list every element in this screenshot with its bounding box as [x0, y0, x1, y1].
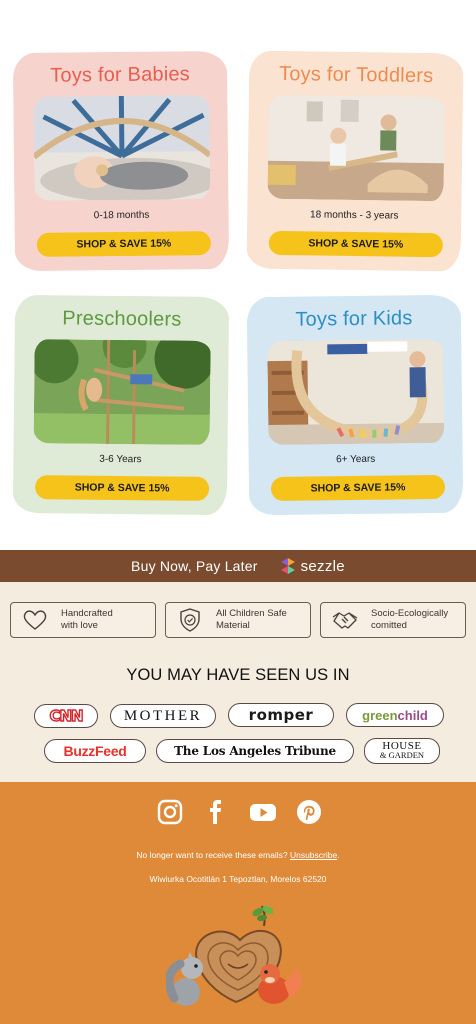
badge-safe-material: All Children Safe Material — [165, 602, 311, 638]
age-range: 18 months - 3 years — [309, 209, 399, 222]
press-logo-greenchild[interactable]: greenchild — [346, 703, 444, 727]
cnn-wordmark: CNN — [49, 706, 85, 725]
category-photo-preschoolers[interactable] — [33, 339, 211, 445]
la-tribune-wordmark: The Los Angeles Tribune — [174, 744, 336, 758]
press-logo-mother[interactable]: MOTHER — [110, 704, 216, 728]
press-logo-la-tribune[interactable]: The Los Angeles Tribune — [156, 739, 354, 763]
badge-socio-ecological: Socio-Ecologically comitted — [320, 602, 466, 638]
press-logo-romper[interactable]: romper — [228, 703, 334, 727]
unsubscribe-link[interactable]: Unsubscribe — [290, 850, 337, 860]
category-title: Toys for Babies — [50, 63, 191, 87]
unsubscribe-text: No longer want to receive these emails? — [136, 850, 288, 860]
category-photo-babies[interactable] — [33, 95, 211, 201]
press-logo-house-garden[interactable]: HOUSE & GARDEN — [364, 738, 440, 764]
badge-line: All Children Safe — [216, 608, 287, 619]
heart-icon — [19, 605, 51, 635]
bnpl-banner[interactable]: Buy Now, Pay Later sezzle — [0, 550, 476, 582]
company-address: Wiwiurka Ocotitlán 1 Tepoztlan, Morelos … — [149, 874, 327, 884]
category-card-babies[interactable]: Toys for Babies 0-18 months SHOP & SAVE … — [12, 50, 230, 272]
press-logo-cnn[interactable]: CNN — [34, 704, 98, 728]
age-range: 0-18 months — [93, 209, 150, 222]
trust-section: Handcrafted with love All Children Safe Ma… — [0, 582, 476, 782]
sezzle-logo: sezzle — [280, 557, 345, 575]
sezzle-wordmark: sezzle — [300, 557, 345, 575]
unsubscribe-period: . — [337, 850, 340, 860]
age-range: 6+ Years — [335, 453, 376, 466]
mascot-illustration — [164, 902, 312, 1008]
bnpl-text: Buy Now, Pay Later — [131, 558, 258, 574]
sezzle-icon — [280, 558, 295, 574]
category-card-toddlers[interactable]: Toys for Toddlers 18 months - 3 years SH… — [246, 50, 464, 272]
category-grid: Toys for Babies 0-18 months SHOP & SAVE … — [0, 0, 476, 548]
shield-check-icon — [174, 605, 206, 635]
facebook-icon[interactable] — [202, 798, 230, 826]
category-card-kids[interactable]: Toys for Kids 6+ Years SHOP & SAVE 15% — [246, 294, 464, 516]
footer: No longer want to receive these emails? … — [0, 782, 476, 1024]
mother-wordmark: MOTHER — [123, 707, 203, 724]
age-range: 3-6 Years — [99, 453, 142, 466]
category-card-preschoolers[interactable]: Preschoolers 3-6 Years SHOP & SAVE 15% — [12, 294, 230, 516]
badge-handcrafted: Handcrafted with love — [10, 602, 156, 638]
shop-save-button[interactable]: SHOP & SAVE 15% — [268, 230, 443, 258]
seen-us-title: YOU MAY HAVE SEEN US IN — [126, 666, 350, 684]
category-title: Toys for Toddlers — [278, 62, 434, 88]
badge-line: Material — [216, 620, 250, 631]
romper-wordmark: romper — [248, 706, 314, 724]
unsubscribe-line: No longer want to receive these emails? … — [0, 850, 476, 860]
greenchild-child: child — [397, 707, 428, 723]
buzzfeed-wordmark: BuzzFeed — [63, 743, 127, 759]
press-logo-buzzfeed[interactable]: BuzzFeed — [44, 739, 146, 763]
badge-line: Socio-Ecologically — [371, 608, 449, 619]
instagram-icon[interactable] — [156, 798, 184, 826]
youtube-icon[interactable] — [249, 798, 277, 826]
badge-line: with love — [61, 620, 98, 631]
badge-line: Handcrafted — [61, 608, 113, 619]
garden-wordmark: & GARDEN — [379, 750, 425, 760]
category-title: Preschoolers — [62, 307, 182, 331]
greenchild-green: green — [362, 707, 398, 723]
category-photo-toddlers[interactable] — [267, 94, 445, 202]
pinterest-icon[interactable] — [295, 798, 323, 826]
badge-line: comitted — [371, 620, 407, 631]
category-title: Toys for Kids — [295, 307, 413, 331]
shop-save-button[interactable]: SHOP & SAVE 15% — [35, 475, 210, 501]
handshake-icon — [329, 605, 361, 635]
shop-save-button[interactable]: SHOP & SAVE 15% — [36, 231, 211, 257]
shop-save-button[interactable]: SHOP & SAVE 15% — [270, 474, 446, 502]
greenchild-wordmark: greenchild — [362, 708, 428, 723]
category-photo-kids[interactable] — [267, 338, 445, 446]
